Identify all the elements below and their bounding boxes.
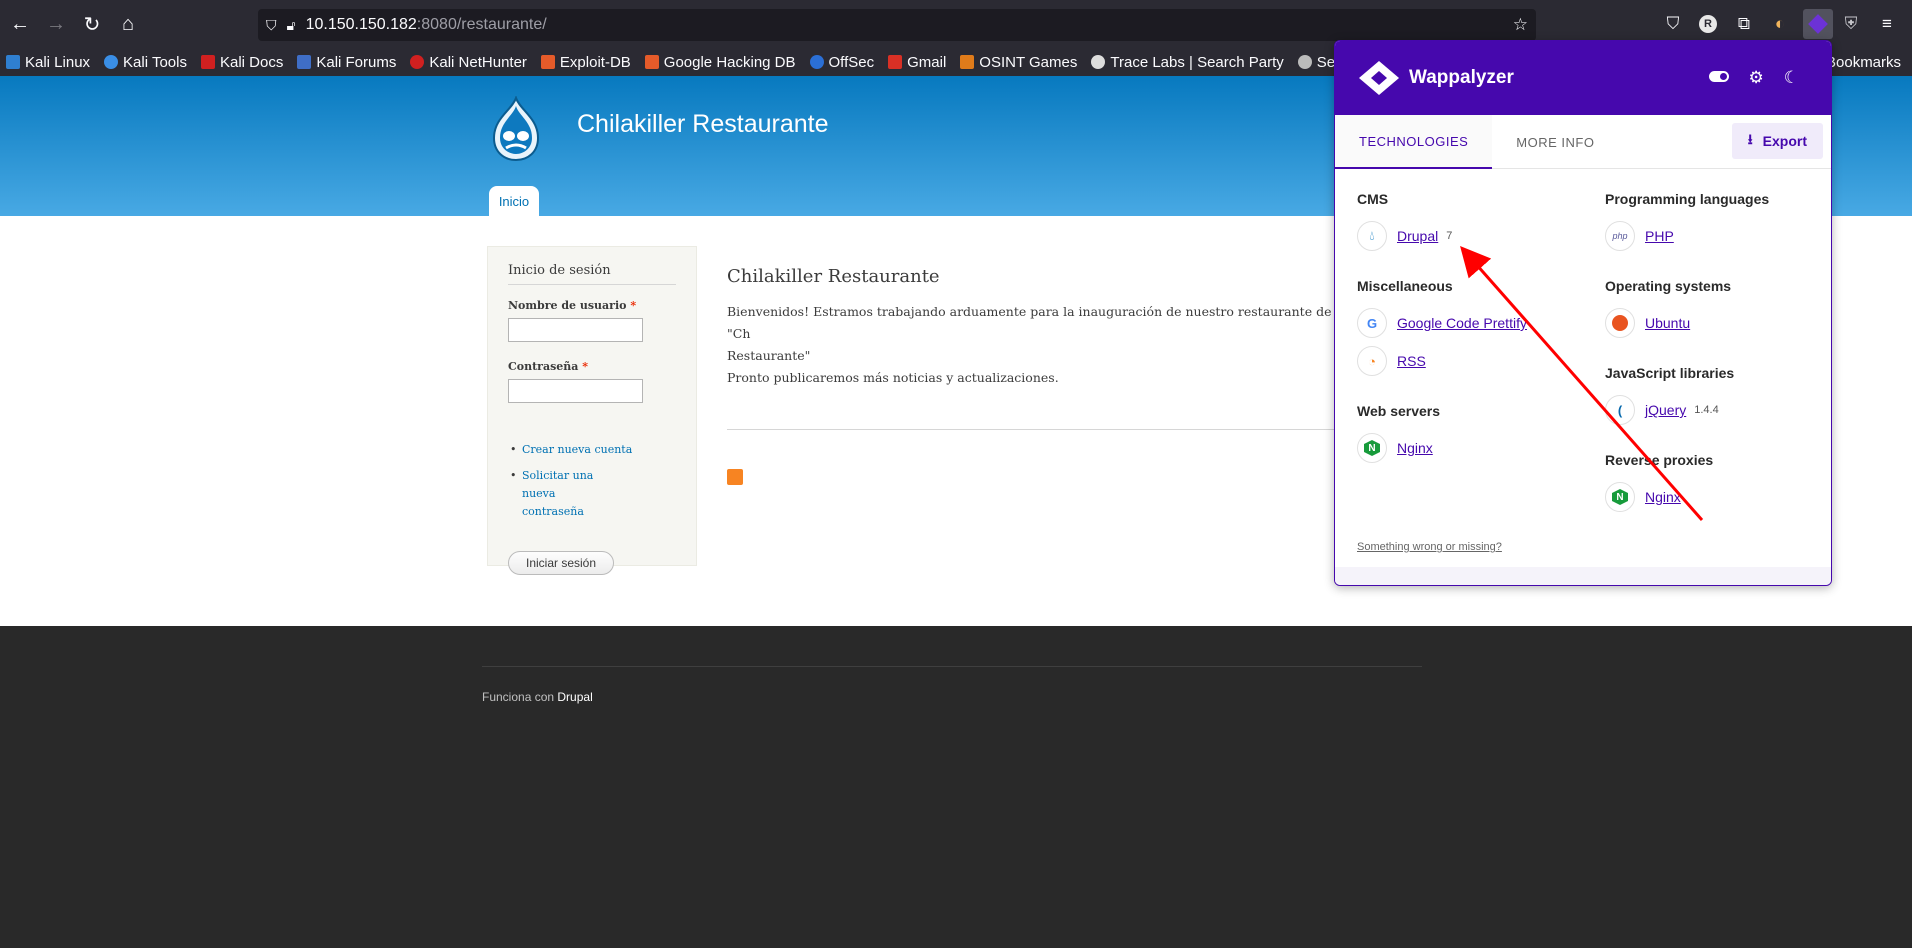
wappalyzer-tabs: TECHNOLOGIES MORE INFO ⭳ Export [1335,115,1831,169]
export-button[interactable]: ⭳ Export [1731,123,1823,159]
menu-icon[interactable]: ≡ [1875,12,1899,36]
shield-icon[interactable]: ⛉ [266,17,277,34]
reload-icon[interactable]: ↻ [74,6,110,42]
category-title: Miscellaneous [1357,278,1453,294]
login-title: Inicio de sesión [508,263,676,285]
category-title: Reverse proxies [1605,452,1714,468]
request-password-link[interactable]: Solicitar una nueva contraseña [508,467,618,521]
login-links: Crear nueva cuenta Solicitar una nueva c… [508,441,676,521]
tech-item-nginx-proxy[interactable]: N Nginx [1605,480,1713,514]
tech-item-google-code-prettify[interactable]: G Google Code Prettify [1357,306,1527,340]
password-label: Contraseña * [508,360,589,373]
category-operating-systems: Operating systems Ubuntu [1605,278,1731,344]
tab-more-info[interactable]: MORE INFO [1492,115,1618,169]
category-title: Operating systems [1605,278,1732,294]
nginx-icon: N [1605,482,1635,512]
wappalyzer-popup: Wappalyzer ⚙ ☾ TECHNOLOGIES MORE INFO ⭳ E… [1334,40,1832,586]
lock-icon[interactable]: 🔓︎ [287,17,296,34]
wappalyzer-logo-icon [1359,61,1399,95]
bookmark-kali-linux[interactable]: Kali Linux [6,54,90,71]
back-icon[interactable]: ← [2,6,38,42]
home-icon[interactable]: ⌂ [110,6,146,42]
ubuntu-icon [1605,308,1635,338]
url-bar[interactable]: ⛉ 🔓︎ 10.150.150.182:8080/restaurante/ ☆ [258,9,1536,41]
bookmark-kali-docs[interactable]: Kali Docs [200,54,283,71]
tech-item-ubuntu[interactable]: Ubuntu [1605,306,1731,340]
category-cms: CMS 💧︎ Drupal 7 [1357,191,1452,257]
tech-item-rss[interactable]: ◔ RSS [1357,344,1527,378]
login-submit-button[interactable]: Iniciar sesión [508,551,615,575]
category-title: JavaScript libraries [1605,365,1735,381]
site-name[interactable]: Chilakiller Restaurante [577,110,829,139]
tech-item-jquery[interactable]: (jQuery 1.4.4 [1605,393,1734,427]
tech-item-drupal[interactable]: 💧︎ Drupal 7 [1357,219,1452,253]
drupal-footer-link[interactable]: Drupal [557,690,592,704]
tab-inicio[interactable]: Inicio [489,186,539,216]
bookmark-osint-games[interactable]: OSINT Games [960,54,1077,71]
bookmark-exploit-db[interactable]: Exploit-DB [540,54,631,71]
site-footer: Funciona con Drupal [0,626,1912,948]
extensions-icon[interactable]: ⧉ [1732,12,1756,36]
bookmark-kali-tools[interactable]: Kali Tools [104,54,187,71]
jquery-icon: ( [1605,395,1635,425]
bookmark-google-hacking-db[interactable]: Google Hacking DB [644,54,796,71]
article-title[interactable]: Chilakiller Restaurante [727,266,1427,287]
rss-icon: ◔ [1357,346,1387,376]
other-bookmarks[interactable]: Bookmarks [1826,54,1901,71]
drupal-logo-icon[interactable] [486,96,546,162]
bookmark-kali-forums[interactable]: Kali Forums [297,54,396,71]
username-input[interactable] [508,318,643,342]
category-miscellaneous: Miscellaneous G Google Code Prettify ◔ RSS [1357,278,1527,382]
tab-technologies[interactable]: TECHNOLOGIES [1335,115,1493,169]
bookmark-offsec[interactable]: OffSec [809,54,874,71]
google-icon: G [1357,308,1387,338]
toggle-icon[interactable] [1708,71,1729,82]
bookmark-trace-labs[interactable]: Trace Labs | Search Party [1091,54,1284,71]
dark-mode-moon-icon[interactable]: ☾ [1784,68,1799,88]
report-issue-link[interactable]: Something wrong or missing? [1357,541,1502,553]
tech-item-php[interactable]: php PHP [1605,219,1769,253]
wappalyzer-toolbar-icon[interactable] [1803,9,1833,39]
divider [727,429,1427,430]
create-account-link[interactable]: Crear nueva cuenta [508,441,676,459]
pocket-icon[interactable]: ⛉ [1661,12,1685,36]
bookmark-star-icon[interactable]: ☆ [1513,15,1528,35]
forward-icon[interactable]: → [38,6,74,42]
rss-feed-icon[interactable] [727,469,743,485]
popup-footer-strip [1335,567,1831,585]
category-javascript-libraries: JavaScript libraries (jQuery 1.4.4 [1605,365,1734,431]
bookmark-gmail[interactable]: Gmail [888,54,946,71]
category-title: CMS [1357,191,1389,207]
username-label: Nombre de usuario * [508,299,637,312]
wappalyzer-header: Wappalyzer ⚙ ☾ [1335,41,1831,115]
password-input[interactable] [508,379,643,403]
extension-cookie-icon[interactable]: ◐ [1768,12,1792,36]
tech-item-nginx[interactable]: N Nginx [1357,431,1440,465]
drupal-icon: 💧︎ [1357,221,1387,251]
article-paragraph: Bienvenidos! Estramos trabajando arduame… [727,304,1404,385]
category-web-servers: Web servers N Nginx [1357,403,1440,469]
category-reverse-proxies: Reverse proxies N Nginx [1605,452,1713,518]
login-block: Inicio de sesión Nombre de usuario * Con… [487,246,697,575]
bookmark-kali-nethunter[interactable]: Kali NetHunter [410,54,527,71]
url-text: 10.150.150.182:8080/restaurante/ [305,16,547,33]
profile-icon[interactable]: R [1696,12,1720,36]
ublock-icon[interactable]: ⛨ [1839,12,1863,36]
powered-by: Funciona con Drupal [482,690,593,704]
technologies-list: CMS 💧︎ Drupal 7 Miscellaneous G Google Code… [1335,169,1831,567]
category-title: Web servers [1357,403,1441,419]
download-icon: ⭳ [1747,131,1753,147]
footer-divider [482,666,1422,667]
category-title: Programming languages [1605,191,1770,207]
category-programming-languages: Programming languages php PHP [1605,191,1769,257]
nginx-icon: N [1357,433,1387,463]
php-icon: php [1605,221,1635,251]
wappalyzer-title: Wappalyzer [1409,67,1514,88]
main-content: Chilakiller Restaurante Bienvenidos! Est… [727,266,1427,430]
settings-gear-icon[interactable]: ⚙ [1749,68,1764,88]
